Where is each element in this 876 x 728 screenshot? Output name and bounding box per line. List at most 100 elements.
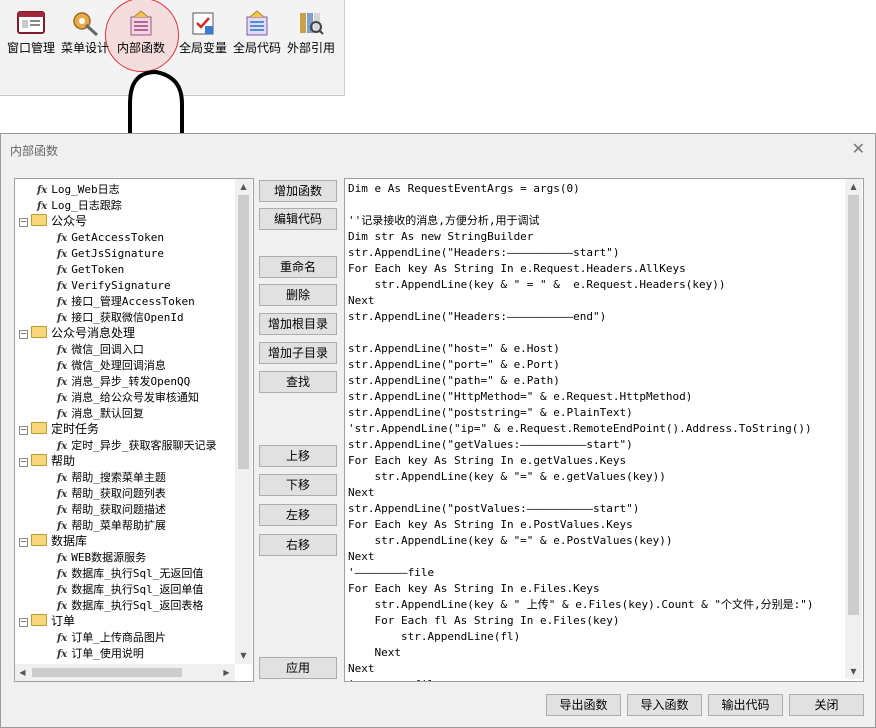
code-vertical-scrollbar[interactable]: ▲ ▼ xyxy=(845,179,862,679)
function-icon: fx xyxy=(57,265,68,276)
code-editor[interactable]: Dim e As RequestEventArgs = args(0) ''记录接… xyxy=(344,178,864,682)
function-icon: fx xyxy=(57,633,68,644)
tree-function-item[interactable]: fx VerifySignature xyxy=(57,277,171,293)
tree-folder[interactable]: − 帮助 xyxy=(19,453,75,469)
tree-function-label: 帮助_获取问题描述 xyxy=(71,503,166,516)
tree-folder[interactable]: − 定时任务 xyxy=(19,421,99,437)
internal-function-button[interactable]: 内部函数 xyxy=(114,6,168,62)
tree-function-item[interactable]: fx 帮助_获取问题描述 xyxy=(57,501,166,517)
find-button[interactable]: 查找 xyxy=(259,371,337,393)
internal-function-label: 内部函数 xyxy=(116,41,165,55)
code-line: str.AppendLine(fl) xyxy=(348,630,521,643)
tree-function-label: WEB数据源服务 xyxy=(71,551,147,564)
tree-folder[interactable]: − 公众号 xyxy=(19,213,87,229)
tree-function-label: VerifySignature xyxy=(71,279,171,292)
window-manage-button[interactable]: 窗口管理 xyxy=(4,6,58,62)
tree-function-item[interactable]: fx 数据库_执行Sql_无返回值 xyxy=(57,565,203,581)
tree-scroll-thumb[interactable] xyxy=(238,195,249,469)
import-function-button[interactable]: 导入函数 xyxy=(627,694,702,716)
tree-function-item[interactable]: fx Log_日志跟踪 xyxy=(37,197,122,213)
function-tree[interactable]: fx Log_Web日志 fx Log_日志跟踪 − 公众号 fx GetAccessToke… xyxy=(14,178,254,682)
tree-function-item[interactable]: fx 订单_上传商品图片 xyxy=(57,629,166,645)
tree-function-item[interactable]: fx 接口_管理AccessToken xyxy=(57,293,195,309)
menu-design-button[interactable]: 菜单设计 xyxy=(58,6,112,62)
tree-function-item[interactable]: fx 订单_使用说明 xyxy=(57,645,144,661)
tree-function-item[interactable]: fx 接口_获取微信OpenId xyxy=(57,309,184,325)
tree-horizontal-scrollbar[interactable]: ◀ ▶ xyxy=(15,664,235,681)
tree-hscroll-thumb[interactable] xyxy=(32,668,182,677)
folder-icon xyxy=(31,534,47,546)
function-icon: fx xyxy=(57,345,68,356)
tree-function-item[interactable]: fx 微信_处理回调消息 xyxy=(57,357,166,373)
close-button[interactable]: 关闭 xyxy=(789,694,864,716)
code-line: Next xyxy=(348,486,375,499)
tree-function-item[interactable]: fx GetAccessToken xyxy=(57,229,164,245)
add-root-folder-button[interactable]: 增加根目录 xyxy=(259,313,337,335)
collapse-toggle-icon[interactable]: − xyxy=(19,618,28,627)
tree-function-label: 接口_获取微信OpenId xyxy=(71,311,184,324)
code-line: str.AppendLine(key & "=" & e.PostValues(… xyxy=(348,534,673,547)
tree-folder-label: 公众号 xyxy=(51,214,88,228)
tree-function-item[interactable]: fx 定时_异步_获取客服聊天记录 xyxy=(57,437,217,453)
collapse-toggle-icon[interactable]: − xyxy=(19,458,28,467)
move-up-button[interactable]: 上移 xyxy=(259,445,337,467)
delete-button[interactable]: 删除 xyxy=(259,284,337,306)
window-manage-icon xyxy=(16,9,46,37)
tree-function-label: Log_Web日志 xyxy=(51,183,120,196)
code-line: str.AppendLine("path=" & e.Path) xyxy=(348,374,560,387)
add-subfolder-button[interactable]: 增加子目录 xyxy=(259,342,337,364)
code-scroll-down-arrow-icon[interactable]: ▼ xyxy=(846,664,861,679)
global-variable-button[interactable]: 全局变量 xyxy=(176,6,230,62)
output-code-button[interactable]: 输出代码 xyxy=(708,694,783,716)
code-scroll-thumb[interactable] xyxy=(848,195,859,615)
code-line: str.AppendLine("getValues:——————————star… xyxy=(348,438,633,451)
global-code-icon xyxy=(242,9,272,37)
tree-folder[interactable]: − 订单 xyxy=(19,613,75,629)
tree-folder[interactable]: − 数据库 xyxy=(19,533,87,549)
tree-function-label: 消息_异步_转发OpenQQ xyxy=(71,375,191,388)
tree-function-label: GetJsSignature xyxy=(71,247,164,260)
move-right-button[interactable]: 右移 xyxy=(259,534,337,556)
rename-button[interactable]: 重命名 xyxy=(259,256,337,278)
apply-button[interactable]: 应用 xyxy=(259,657,337,679)
function-icon: fx xyxy=(57,409,68,420)
tree-folder-label: 公众号消息处理 xyxy=(51,326,136,340)
global-code-button[interactable]: 全局代码 xyxy=(230,6,284,62)
scroll-up-arrow-icon[interactable]: ▲ xyxy=(236,179,251,194)
tree-function-item[interactable]: fx GetJsSignature xyxy=(57,245,164,261)
tree-function-label: 数据库_执行Sql_返回单值 xyxy=(71,583,204,596)
export-function-button[interactable]: 导出函数 xyxy=(546,694,621,716)
collapse-toggle-icon[interactable]: − xyxy=(19,330,28,339)
collapse-toggle-icon[interactable]: − xyxy=(19,426,28,435)
tree-function-item[interactable]: fx WEB数据源服务 xyxy=(57,549,146,565)
tree-vertical-scrollbar[interactable]: ▲ ▼ xyxy=(235,179,252,664)
tree-function-item[interactable]: fx 帮助_搜索菜单主题 xyxy=(57,469,166,485)
dialog-close-icon[interactable]: ✕ xyxy=(852,139,865,158)
tree-function-item[interactable]: fx 帮助_菜单帮助扩展 xyxy=(57,517,166,533)
tree-function-item[interactable]: fx Log_Web日志 xyxy=(37,181,120,197)
edit-code-button[interactable]: 编辑代码 xyxy=(259,208,337,230)
tree-function-item[interactable]: fx 数据库_执行Sql_返回单值 xyxy=(57,581,203,597)
tree-folder-label: 帮助 xyxy=(51,454,76,468)
tree-function-label: 订单_使用说明 xyxy=(71,647,144,660)
move-down-button[interactable]: 下移 xyxy=(259,474,337,496)
collapse-toggle-icon[interactable]: − xyxy=(19,218,28,227)
tree-folder[interactable]: − 公众号消息处理 xyxy=(19,325,135,341)
tree-function-item[interactable]: fx 消息_给公众号发审核通知 xyxy=(57,389,199,405)
tree-function-item[interactable]: fx 数据库_执行Sql_返回表格 xyxy=(57,597,203,613)
scroll-left-arrow-icon[interactable]: ◀ xyxy=(15,665,30,680)
tree-function-item[interactable]: fx 微信_回调入口 xyxy=(57,341,144,357)
function-icon: fx xyxy=(57,585,68,596)
code-scroll-up-arrow-icon[interactable]: ▲ xyxy=(846,179,861,194)
move-left-button[interactable]: 左移 xyxy=(259,504,337,526)
scroll-down-arrow-icon[interactable]: ▼ xyxy=(236,648,251,663)
tree-function-item[interactable]: fx 帮助_获取问题列表 xyxy=(57,485,166,501)
scroll-right-arrow-icon[interactable]: ▶ xyxy=(219,665,234,680)
tree-function-label: 帮助_菜单帮助扩展 xyxy=(71,519,166,532)
tree-function-item[interactable]: fx 消息_异步_转发OpenQQ xyxy=(57,373,190,389)
add-function-button[interactable]: 增加函数 xyxy=(259,180,337,202)
external-reference-button[interactable]: 外部引用 xyxy=(284,6,338,62)
collapse-toggle-icon[interactable]: − xyxy=(19,538,28,547)
tree-function-item[interactable]: fx GetToken xyxy=(57,261,124,277)
tree-function-item[interactable]: fx 消息_默认回复 xyxy=(57,405,144,421)
